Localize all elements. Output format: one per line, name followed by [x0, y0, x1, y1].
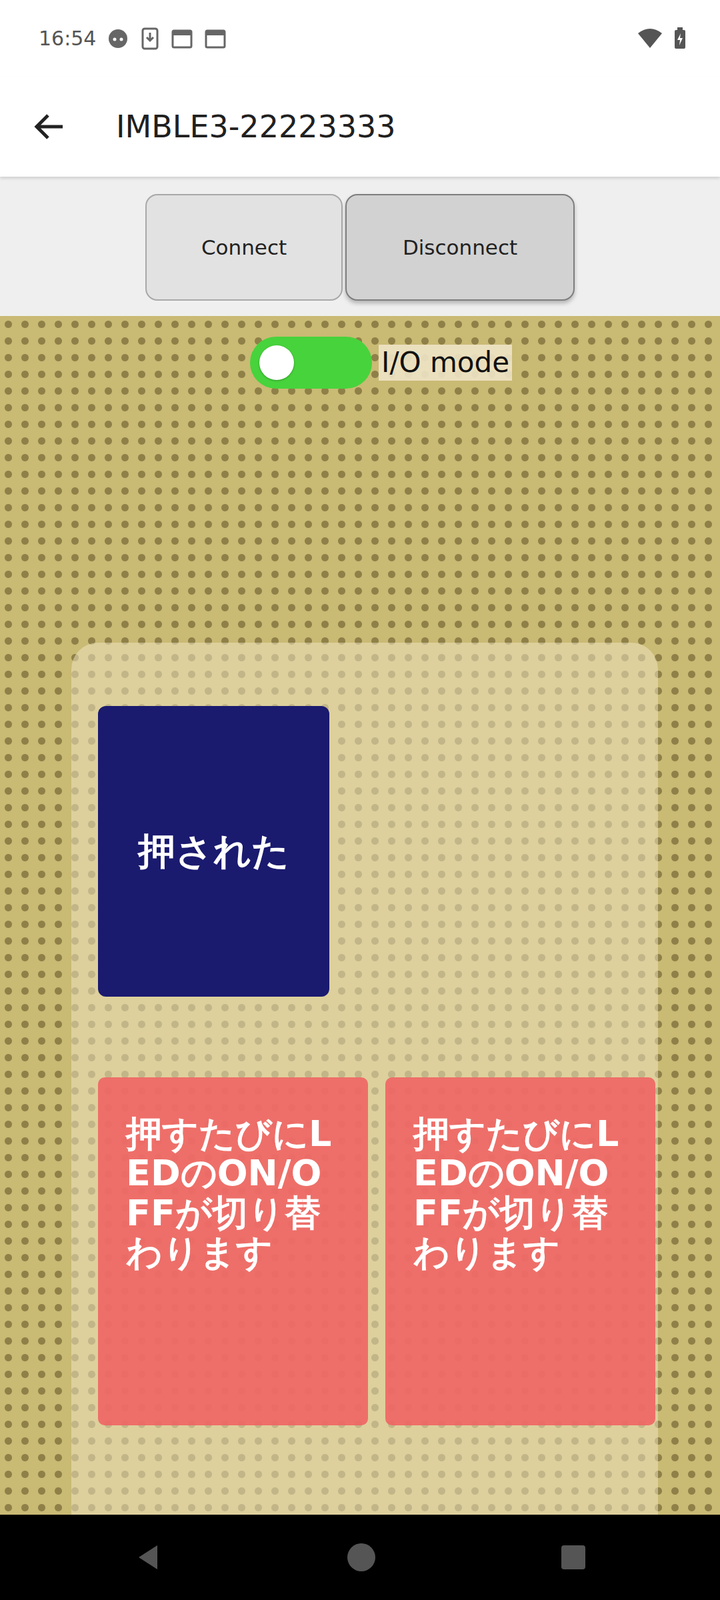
wifi-icon [637, 28, 663, 50]
status-bar: 16:54 [0, 0, 720, 77]
led-button[interactable]: 押すたびにLEDのON/OFFが切り替わります [98, 1077, 368, 1426]
control-panel: 押された 押すたびにLEDのON/OFFが切り替わります 押すたびにLEDのON… [71, 642, 658, 1515]
calendar-icon [204, 27, 227, 50]
led-button[interactable]: 押すたびにLEDのON/OFFが切り替わります [385, 1077, 656, 1426]
io-mode-label: I/O mode [378, 344, 512, 382]
led-buttons: 押すたびにLEDのON/OFFが切り替わります 押すたびにLEDのON/OFFが… [98, 1077, 658, 1426]
download-icon [140, 27, 160, 50]
clock: 16:54 [38, 23, 96, 54]
switch-knob[interactable] [259, 345, 294, 380]
io-mode-switch[interactable] [250, 336, 372, 389]
button-strip: Connect Disconnect [0, 176, 720, 316]
calendar-icon [170, 27, 194, 50]
back-icon[interactable] [133, 1542, 163, 1572]
disconnect-button[interactable]: Disconnect [345, 194, 575, 301]
back-arrow-icon[interactable] [33, 113, 64, 140]
recents-icon[interactable] [560, 1544, 587, 1571]
push-indicator: 押された [98, 706, 330, 997]
io-mode-row: I/O mode [0, 336, 720, 389]
connect-button[interactable]: Connect [145, 194, 343, 301]
app-bar: IMBLE3-22223333 [0, 76, 720, 177]
page-title: IMBLE3-22223333 [116, 104, 396, 150]
battery-icon [673, 27, 687, 50]
home-icon[interactable] [346, 1542, 377, 1573]
face-icon [106, 27, 130, 50]
board-photo: I/O mode 押された 押すたびにLEDのON/OFFが切り替わります 押す… [0, 316, 720, 1515]
navigation-bar [0, 1514, 720, 1600]
